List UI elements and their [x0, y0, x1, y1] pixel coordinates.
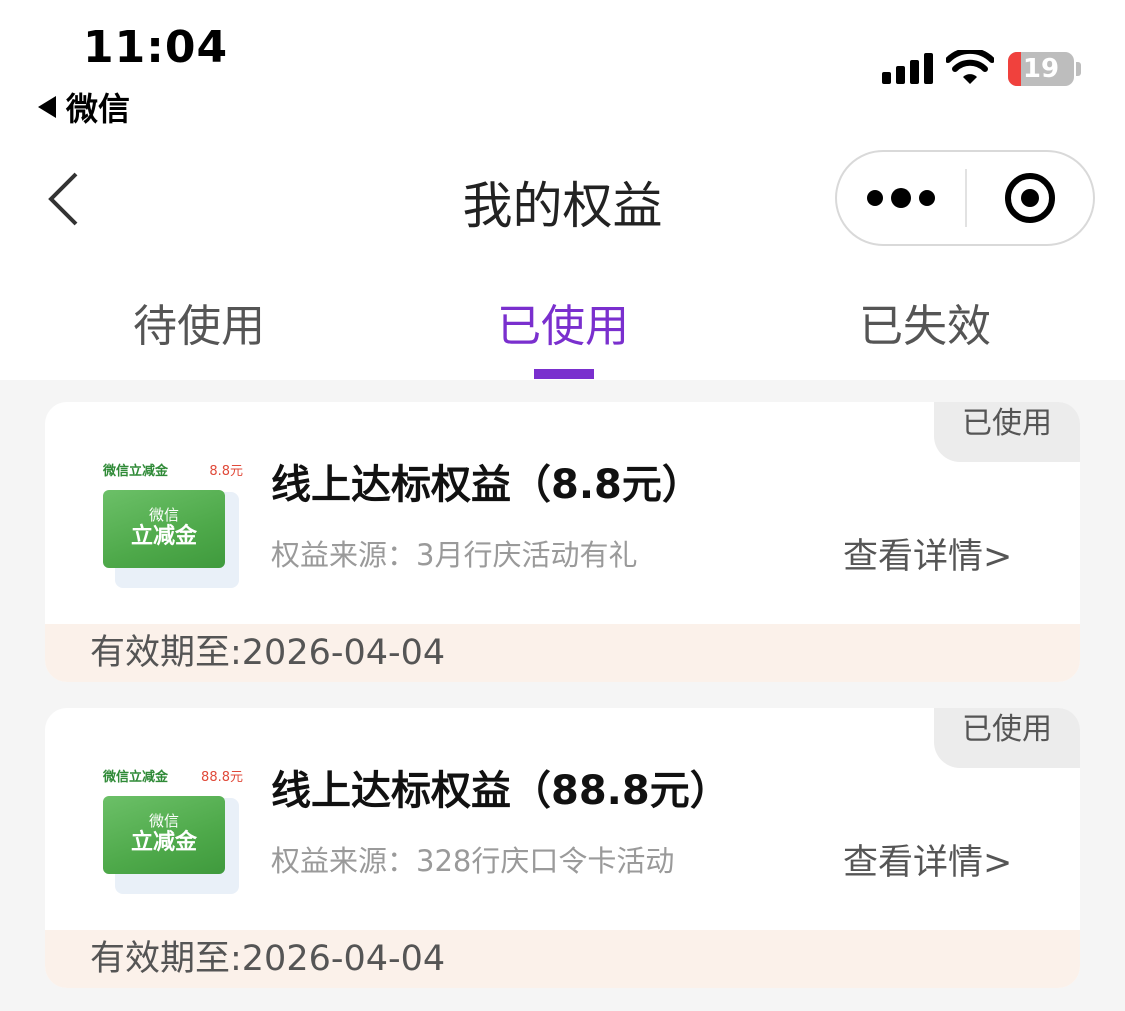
back-app-label: 微信	[66, 90, 131, 128]
thumb-amount-label: 88.8元	[201, 770, 243, 785]
tab-expired[interactable]: 已失效	[859, 290, 991, 354]
cellular-signal-icon	[882, 52, 933, 84]
coupon-line1: 微信	[148, 812, 179, 830]
benefit-card[interactable]: 已使用 微信立减金 88.8元 微信 立减金 线上达标权益（88.8元） 权益来…	[45, 708, 1080, 988]
benefit-title: 线上达标权益（88.8元）	[271, 768, 730, 814]
more-dots-icon[interactable]	[837, 152, 965, 244]
benefit-card[interactable]: 已使用 微信立减金 8.8元 微信 立减金 线上达标权益（8.8元） 权益来源：…	[45, 402, 1080, 682]
view-details-link[interactable]: 查看详情>	[843, 834, 1012, 885]
view-details-link[interactable]: 查看详情>	[843, 528, 1012, 579]
coupon-line2: 立减金	[130, 524, 197, 549]
coupon-line2: 立减金	[130, 830, 197, 855]
active-tab-indicator	[534, 369, 594, 379]
battery-icon: 19	[1008, 52, 1074, 86]
coupon-image: 微信 立减金	[103, 490, 225, 568]
expiry-date: 有效期至:2026-04-04	[45, 930, 1080, 988]
coupon-thumbnail: 微信立减金 8.8元 微信 立减金	[101, 454, 243, 594]
coupon-line1: 微信	[148, 506, 179, 524]
battery-tip	[1076, 62, 1081, 76]
battery-percent: 19	[1022, 54, 1060, 84]
back-to-app-link[interactable]: 微信	[38, 84, 130, 130]
back-triangle-icon	[38, 96, 56, 118]
coupon-thumbnail: 微信立减金 88.8元 微信 立减金	[101, 760, 243, 900]
benefit-title: 线上达标权益（8.8元）	[271, 462, 702, 508]
expiry-date: 有效期至:2026-04-04	[45, 624, 1080, 682]
thumb-brand-label: 微信立减金	[103, 770, 169, 785]
benefit-source: 权益来源：3月行庆活动有礼	[271, 538, 638, 572]
mini-program-capsule	[835, 150, 1095, 246]
thumb-brand-label: 微信立减金	[103, 464, 169, 479]
status-badge: 已使用	[934, 708, 1080, 768]
status-badge: 已使用	[934, 402, 1080, 462]
tab-used[interactable]: 已使用	[497, 290, 629, 354]
coupon-image: 微信 立减金	[103, 796, 225, 874]
tab-pending[interactable]: 待使用	[133, 290, 265, 354]
thumb-amount-label: 8.8元	[209, 464, 243, 479]
status-time: 11:04	[83, 22, 229, 73]
benefit-source: 权益来源：328行庆口令卡活动	[271, 844, 675, 878]
target-icon[interactable]	[967, 152, 1093, 244]
wifi-icon	[946, 50, 994, 84]
